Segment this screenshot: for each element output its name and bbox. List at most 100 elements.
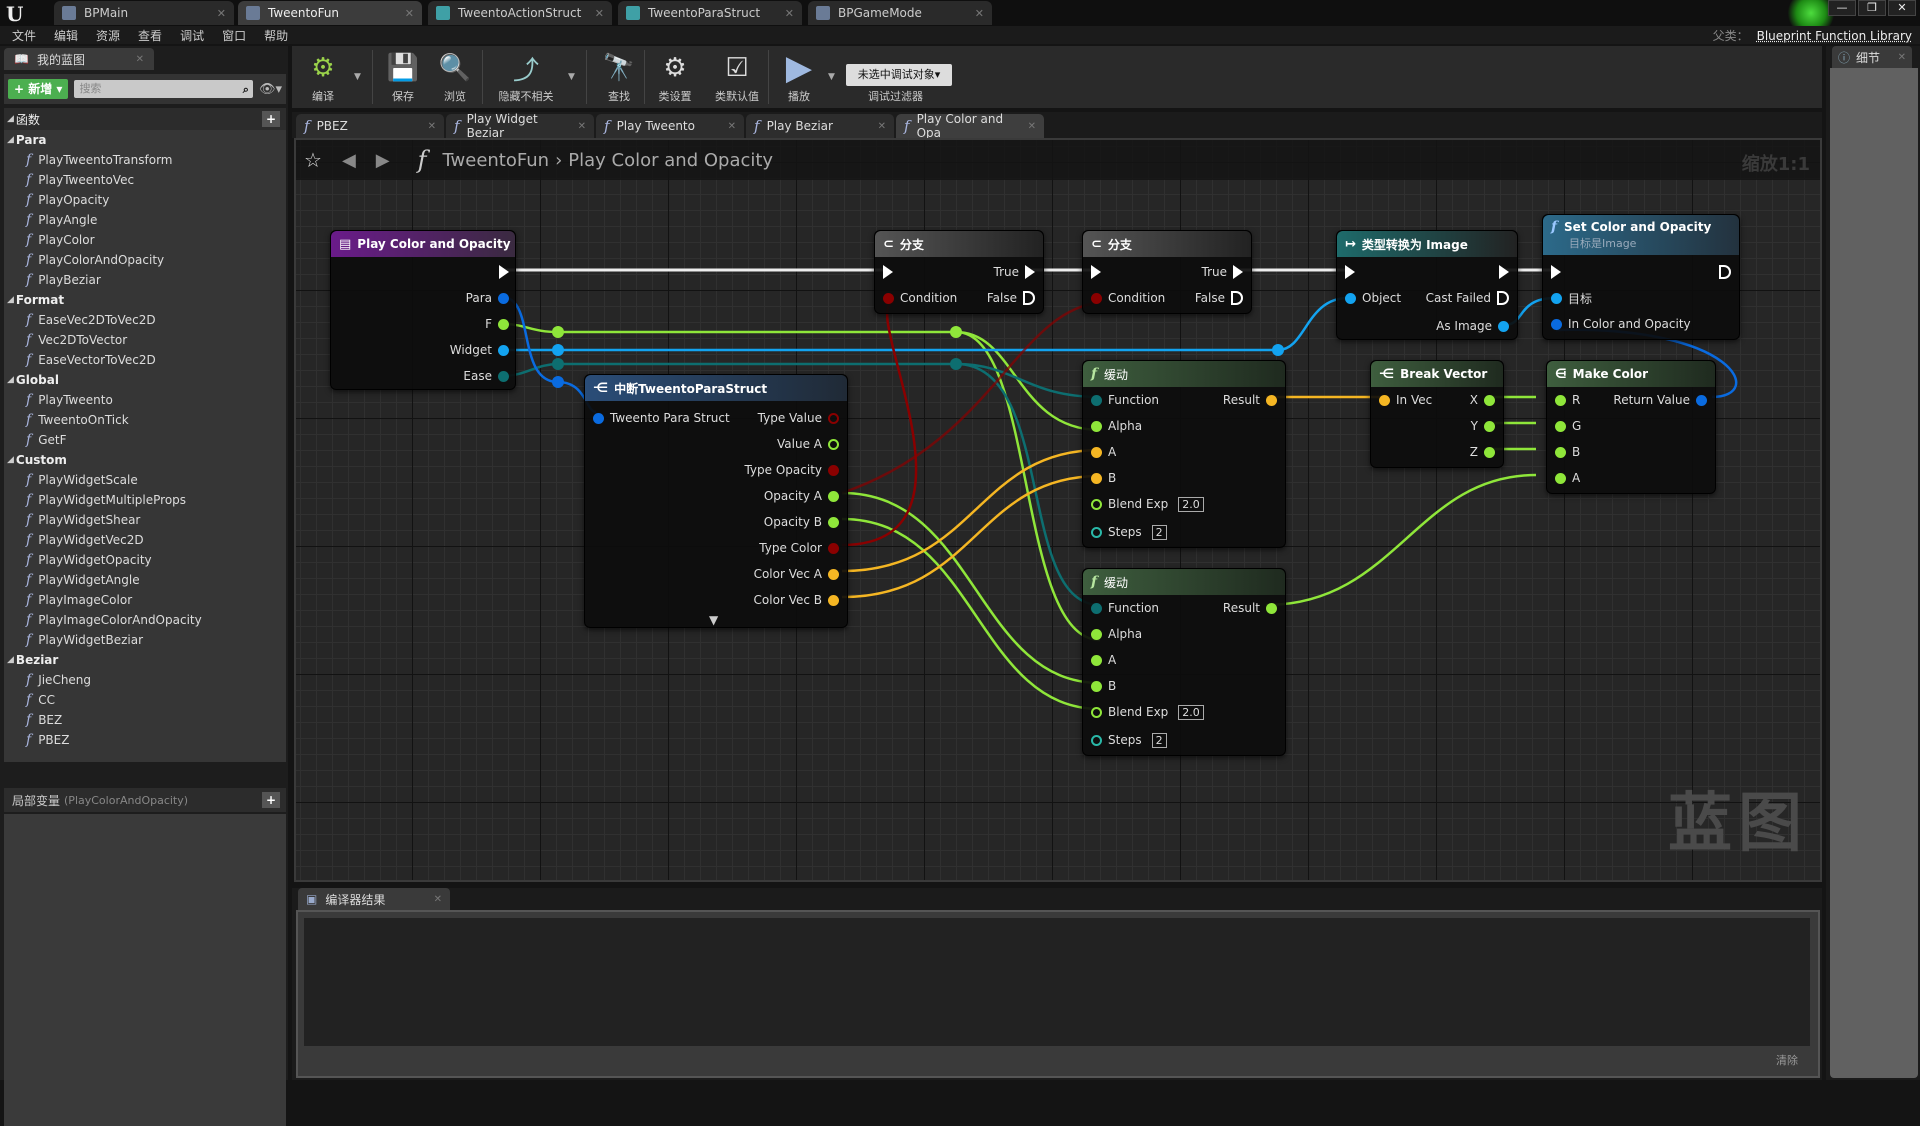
function-item[interactable]: f PlayWidgetAngle xyxy=(4,570,286,590)
exec-in-pin[interactable] xyxy=(1345,263,1355,281)
b-pin[interactable]: B xyxy=(1555,443,1586,461)
branch-node[interactable]: ⊂ 分支 True Condition False xyxy=(1082,230,1252,314)
value-a-pin[interactable]: Value A xyxy=(771,435,839,453)
hide-unrelated-button[interactable]: ⤴ 隐藏不相关 xyxy=(488,50,564,106)
category-beziar[interactable]: ◢ Beziar xyxy=(4,650,286,670)
blend-exp-pin[interactable]: Blend Exp 2.0 xyxy=(1091,495,1204,513)
condition-pin[interactable]: Condition xyxy=(883,289,963,307)
menu-asset[interactable]: 资源 xyxy=(96,27,120,44)
function-pin[interactable]: Function xyxy=(1091,599,1165,617)
parent-class-link[interactable]: Blueprint Function Library xyxy=(1757,29,1912,43)
function-item[interactable]: f PlayWidgetMultipleProps xyxy=(4,490,286,510)
blend-exp-input[interactable]: 2.0 xyxy=(1178,704,1204,720)
category-para[interactable]: ◢ Para xyxy=(4,130,286,150)
steps-input[interactable]: 2 xyxy=(1151,732,1167,748)
alpha-pin[interactable]: Alpha xyxy=(1091,625,1148,643)
b-pin[interactable]: B xyxy=(1091,677,1122,695)
pin-f[interactable]: F xyxy=(479,315,509,333)
close-icon[interactable]: ✕ xyxy=(217,7,226,20)
graph-tab-play-beziar[interactable]: f Play Beziar ✕ xyxy=(746,114,894,138)
exec-in-pin[interactable] xyxy=(1551,263,1561,281)
break-vector-node[interactable]: ⋲ Break Vector In Vec X Y Z xyxy=(1370,360,1504,468)
function-item[interactable]: f CC xyxy=(4,690,286,710)
a-pin[interactable]: A xyxy=(1091,443,1122,461)
doc-tab-tweentoparastruct[interactable]: TweentoParaStruct ✕ xyxy=(618,1,802,25)
break-struct-node[interactable]: ⋲ 中断TweentoParaStruct Tweento Para Struct… xyxy=(584,374,848,628)
function-item[interactable]: f PlayWidgetShear xyxy=(4,510,286,530)
close-icon[interactable]: ✕ xyxy=(136,54,144,65)
steps-pin[interactable]: Steps 2 xyxy=(1091,523,1167,541)
graph-tab-play-tweento[interactable]: f Play Tweento ✕ xyxy=(596,114,744,138)
alpha-pin[interactable]: Alpha xyxy=(1091,417,1148,435)
close-icon[interactable]: ✕ xyxy=(428,121,436,132)
y-pin[interactable]: Y xyxy=(1465,417,1495,435)
target-pin[interactable]: 目标 xyxy=(1551,289,1598,307)
search-input[interactable]: 搜索 ⌕ xyxy=(74,80,253,98)
minimize-button[interactable]: — xyxy=(1828,0,1856,16)
forward-arrow-icon[interactable]: ▶ xyxy=(376,150,390,171)
save-button[interactable]: 💾 保存 xyxy=(376,50,430,106)
object-pin[interactable]: Object xyxy=(1345,289,1407,307)
class-settings-button[interactable]: ⚙ 类设置 xyxy=(648,50,702,106)
function-entry-node[interactable]: ▤ Play Color and Opacity Para F Widget Ea… xyxy=(330,230,516,390)
function-item[interactable]: f PlayTweentoTransform xyxy=(4,150,286,170)
exec-out-pin[interactable] xyxy=(1499,263,1509,281)
blend-exp-pin[interactable]: Blend Exp 2.0 xyxy=(1091,703,1204,721)
function-item[interactable]: f PlayImageColorAndOpacity xyxy=(4,610,286,630)
ease-node[interactable]: f 缓动 Function Result Alpha A B Blend Exp 2… xyxy=(1082,360,1286,548)
menu-view[interactable]: 查看 xyxy=(138,27,162,44)
branch-node[interactable]: ⊂ 分支 True Condition False xyxy=(874,230,1044,314)
function-item[interactable]: f PlayColor xyxy=(4,230,286,250)
false-pin[interactable]: False xyxy=(1189,289,1243,307)
menu-debug[interactable]: 调试 xyxy=(180,27,204,44)
functions-section-header[interactable]: ◢ 函数 + xyxy=(4,108,286,130)
close-icon[interactable]: ✕ xyxy=(1898,52,1906,63)
local-variables-header[interactable]: 局部变量 (PlayColorAndOpacity) + xyxy=(4,788,286,812)
favorite-star-icon[interactable]: ☆ xyxy=(304,148,322,172)
play-options-dropdown[interactable]: ▼ xyxy=(828,72,835,82)
doc-tab-tweentoactionstruct[interactable]: TweentoActionStruct ✕ xyxy=(428,1,612,25)
z-pin[interactable]: Z xyxy=(1464,443,1495,461)
b-pin[interactable]: B xyxy=(1091,469,1122,487)
set-color-and-opacity-node[interactable]: f Set Color and Opacity 目标是Image 目标 In Co… xyxy=(1542,214,1740,340)
type-color-pin[interactable]: Type Color xyxy=(753,539,839,557)
pin-widget[interactable]: Widget xyxy=(444,341,509,359)
color-vec-b-pin[interactable]: Color Vec B xyxy=(748,591,839,609)
doc-tab-bpgamemode[interactable]: BPGameMode ✕ xyxy=(808,1,992,25)
function-item[interactable]: f PlayBeziar xyxy=(4,270,286,290)
condition-pin[interactable]: Condition xyxy=(1091,289,1171,307)
breadcrumb-root[interactable]: TweentoFun xyxy=(443,150,550,171)
category-custom[interactable]: ◢ Custom xyxy=(4,450,286,470)
ease-node[interactable]: f 缓动 Function Result Alpha A B Blend Exp 2… xyxy=(1082,568,1286,756)
unreal-logo-icon[interactable]: U xyxy=(6,2,30,26)
true-pin[interactable]: True xyxy=(1196,263,1243,281)
make-color-node[interactable]: ⋳ Make Color R Return Value G B A xyxy=(1546,360,1716,494)
steps-pin[interactable]: Steps 2 xyxy=(1091,731,1167,749)
cast-to-image-node[interactable]: ↦ 类型转换为 Image Object Cast Failed As Image xyxy=(1336,230,1518,340)
compile-button[interactable]: ⚙ 编译 xyxy=(296,50,350,106)
function-item[interactable]: f PlayTweento xyxy=(4,390,286,410)
type-opacity-pin[interactable]: Type Opacity xyxy=(738,461,839,479)
find-button[interactable]: 🔭 查找 xyxy=(592,50,646,106)
blueprint-graph[interactable]: ☆ ◀ ▶ f TweentoFun › Play Color and Opacit… xyxy=(294,138,1822,882)
function-item[interactable]: f PlayColorAndOpacity xyxy=(4,250,286,270)
struct-input-pin[interactable]: Tweento Para Struct xyxy=(593,409,736,427)
details-tab[interactable]: ⓘ 细节 ✕ xyxy=(1832,46,1912,68)
restore-button[interactable]: ❐ xyxy=(1858,0,1886,16)
expand-pins-arrow-icon[interactable]: ▼ xyxy=(709,611,718,629)
play-button[interactable]: ▶ 播放 xyxy=(772,48,826,106)
menu-help[interactable]: 帮助 xyxy=(264,27,288,44)
function-item[interactable]: f GetF xyxy=(4,430,286,450)
function-item[interactable]: f PBEZ xyxy=(4,730,286,750)
function-item[interactable]: f PlayWidgetVec2D xyxy=(4,530,286,550)
function-item[interactable]: f PlayImageColor xyxy=(4,590,286,610)
a-pin[interactable]: A xyxy=(1555,469,1586,487)
opacity-a-pin[interactable]: Opacity A xyxy=(758,487,839,505)
in-vec-pin[interactable]: In Vec xyxy=(1379,391,1438,409)
a-pin[interactable]: A xyxy=(1091,651,1122,669)
graph-tab-play-color-and-opacity[interactable]: f Play Color and Opa ✕ xyxy=(896,112,1044,140)
close-icon[interactable]: ✕ xyxy=(578,121,586,132)
function-item[interactable]: f EaseVectorToVec2D xyxy=(4,350,286,370)
function-item[interactable]: f Vec2DToVector xyxy=(4,330,286,350)
close-icon[interactable]: ✕ xyxy=(434,894,442,905)
